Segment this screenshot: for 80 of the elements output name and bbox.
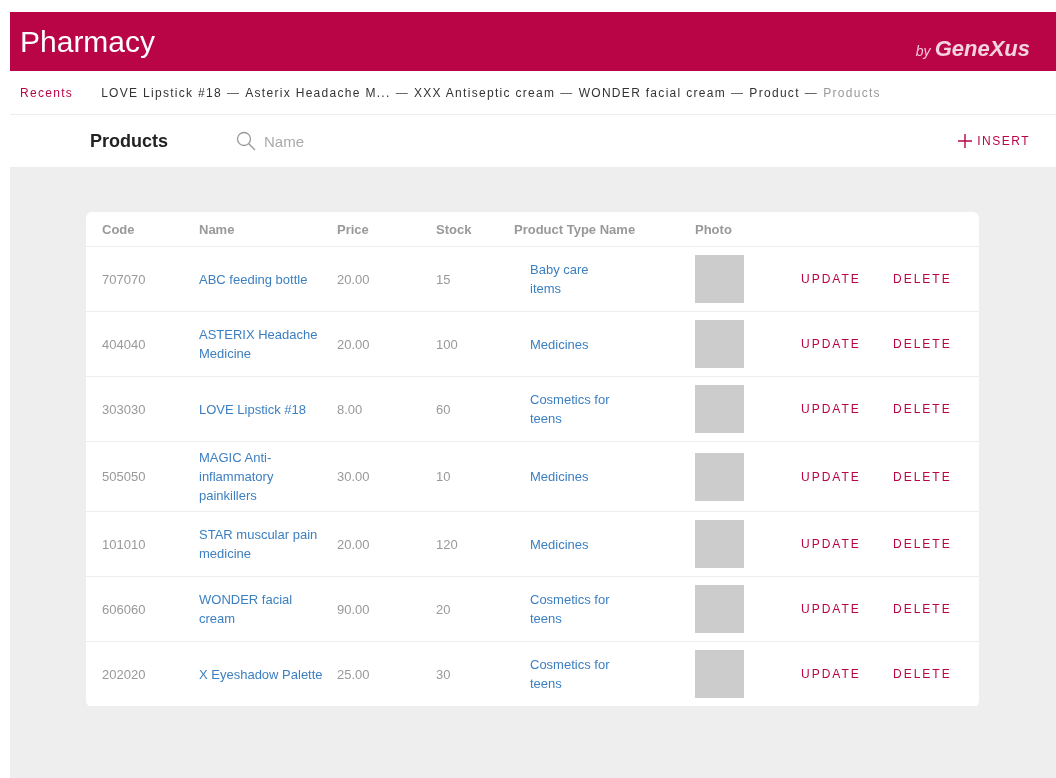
breadcrumb-link[interactable]: WONDER facial cream: [578, 85, 727, 100]
product-name-link[interactable]: WONDER facial cream: [199, 590, 337, 628]
page-title: Products: [90, 130, 169, 152]
delete-button[interactable]: DELETE: [893, 402, 952, 416]
table-cell-text: 101010: [101, 536, 147, 552]
product-type-link[interactable]: Baby care items: [514, 260, 628, 298]
breadcrumb-link[interactable]: Asterix Headache M...: [245, 85, 391, 100]
column-header: Price: [337, 221, 370, 237]
update-button[interactable]: UPDATE: [801, 602, 861, 616]
table-cell-text: 505050: [101, 469, 147, 484]
table-cell-text: 30: [436, 666, 452, 682]
column-header: Photo: [695, 221, 733, 237]
column-header: Name: [199, 221, 236, 237]
app-title: Pharmacy: [20, 24, 156, 59]
table-cell-text: 606060: [101, 601, 147, 617]
table-cell-text: 100: [436, 336, 459, 352]
product-name-link[interactable]: STAR muscular pain medicine: [199, 525, 337, 563]
breadcrumb-separator: —: [560, 85, 574, 100]
table-cell-text: 404040: [101, 336, 147, 352]
table-cell-text: 707070: [101, 271, 147, 287]
column-header: Code: [101, 221, 136, 237]
delete-button[interactable]: DELETE: [893, 667, 952, 681]
product-type-link[interactable]: Medicines: [514, 467, 628, 486]
product-name-link[interactable]: MAGIC Anti-inflammatory painkillers: [199, 448, 337, 505]
photo-placeholder: [695, 585, 744, 633]
delete-button[interactable]: DELETE: [893, 602, 952, 616]
table-cell-text: 30.00: [337, 469, 371, 484]
table-cell-text: 120: [436, 536, 459, 552]
product-type-link[interactable]: Cosmetics for teens: [514, 590, 628, 628]
table-cell-text: 60: [436, 401, 452, 417]
table-cell-text: 10: [436, 469, 452, 484]
breadcrumb-separator: —: [804, 85, 819, 100]
table-cell-text: 20.00: [337, 271, 371, 287]
product-name-link[interactable]: ASTERIX Headache Medicine: [199, 325, 337, 363]
column-header: Stock: [436, 221, 473, 237]
update-button[interactable]: UPDATE: [801, 272, 861, 286]
delete-button[interactable]: DELETE: [893, 337, 952, 351]
recents-label: Recents: [20, 85, 74, 100]
photo-placeholder: [695, 255, 744, 303]
photo-placeholder: [695, 452, 744, 501]
breadcrumb-link[interactable]: LOVE Lipstick #18: [101, 85, 222, 100]
update-button[interactable]: UPDATE: [801, 469, 861, 484]
brand-prefix: by: [915, 42, 931, 59]
breadcrumb-link[interactable]: XXX Antiseptic cream: [413, 85, 556, 100]
product-name-link[interactable]: X Eyeshadow Palette: [199, 664, 337, 684]
table-cell-text: 20.00: [337, 536, 371, 552]
photo-placeholder: [695, 650, 744, 698]
table-cell-text: 20: [436, 601, 452, 617]
photo-placeholder: [695, 520, 744, 568]
photo-placeholder: [695, 385, 744, 433]
product-name-link[interactable]: LOVE Lipstick #18: [199, 399, 337, 419]
update-button[interactable]: UPDATE: [801, 667, 861, 681]
update-button[interactable]: UPDATE: [801, 402, 861, 416]
breadcrumb-link[interactable]: Product: [749, 85, 800, 100]
table-cell-text: 25.00: [337, 666, 371, 682]
search-icon: [236, 131, 256, 151]
photo-placeholder: [695, 320, 744, 368]
product-type-link[interactable]: Cosmetics for teens: [514, 390, 628, 428]
update-button[interactable]: UPDATE: [801, 337, 861, 351]
brand-logo-text: GeneXus: [934, 35, 1030, 62]
product-type-link[interactable]: Medicines: [514, 334, 628, 354]
delete-button[interactable]: DELETE: [893, 537, 952, 551]
insert-button[interactable]: INSERT: [957, 133, 1030, 149]
table-cell-text: 20.00: [337, 336, 371, 352]
breadcrumb-separator: —: [395, 85, 409, 100]
breadcrumb-separator: —: [226, 85, 241, 100]
delete-button[interactable]: DELETE: [893, 469, 952, 484]
table-cell-text: 8.00: [337, 401, 364, 417]
table-cell-text: 303030: [101, 401, 147, 417]
table-cell-text: 15: [436, 271, 452, 287]
breadcrumb-separator: —: [731, 85, 745, 100]
delete-button[interactable]: DELETE: [893, 272, 952, 286]
product-name-link[interactable]: ABC feeding bottle: [199, 269, 337, 289]
table-cell-text: 90.00: [337, 601, 371, 617]
table-cell-text: 202020: [101, 666, 147, 682]
column-header: Product Type Name: [514, 221, 637, 237]
product-type-link[interactable]: Medicines: [514, 534, 628, 554]
product-type-link[interactable]: Cosmetics for teens: [514, 655, 628, 693]
update-button[interactable]: UPDATE: [801, 537, 861, 551]
plus-icon: [957, 133, 974, 149]
